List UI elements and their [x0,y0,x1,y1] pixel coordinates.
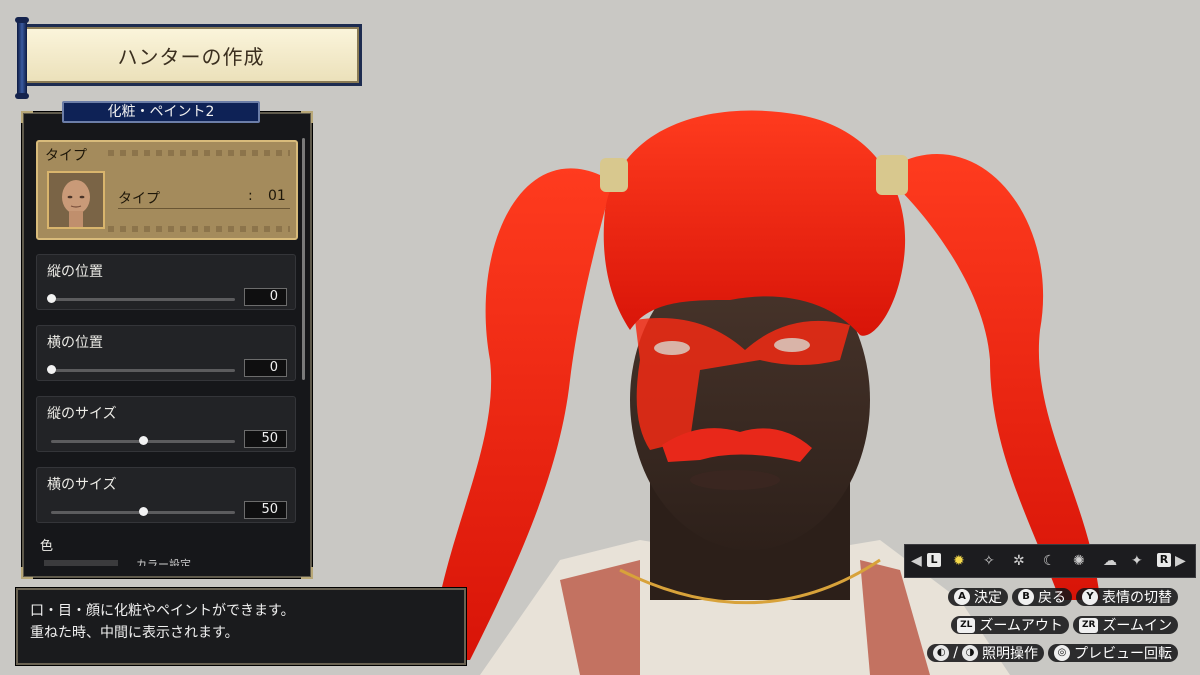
control-label: ズームアウト [979,618,1063,634]
stick-rotate-icon: ◎ [1054,645,1070,661]
vertical-size-slider[interactable]: 縦のサイズ 50 [36,396,296,452]
slider-label: 横のサイズ [47,477,117,493]
control-expression: Y 表情の切替 [1076,588,1178,606]
slider-track[interactable] [51,298,235,301]
page-title: ハンターの作成 [117,45,265,69]
slider-value: 50 [244,501,287,519]
control-back: B 戻る [1012,588,1072,606]
panel-title: 化粧・ペイント2 [62,101,260,123]
arrow-right-icon: ▶ [1175,553,1186,569]
color-setting-label: カラー設定 [136,558,191,566]
y-button-icon: Y [1082,589,1098,605]
slider-knob[interactable] [47,365,56,374]
zl-button-icon: ZL [957,617,976,633]
color-setting-row[interactable]: カラー設定 [44,556,296,566]
horizontal-size-slider[interactable]: 横のサイズ 50 [36,467,296,523]
control-separator: / [953,645,958,661]
lips [690,470,780,490]
type-row-colon: : [248,188,253,204]
a-button-icon: A [954,589,970,605]
slider-knob[interactable] [139,436,148,445]
control-zoom-out: ZL ズームアウト [951,616,1069,634]
scroll-rod-end-bottom [15,93,29,99]
control-label: プレビュー回転 [1074,646,1172,662]
slider-knob[interactable] [47,294,56,303]
slider-value: 0 [244,288,287,306]
scroll-rod-end-top [15,17,29,23]
slider-label: 縦の位置 [47,264,103,280]
night-icon[interactable]: ✦ [1131,552,1143,570]
hair-tie-left [600,158,628,192]
moon-icon[interactable]: ☾ [1043,552,1056,570]
lighting-bar[interactable]: ◀ L ✹ ✧ ✲ ☾ ✺ ☁ ✦ R ▶ [904,544,1196,578]
slider-value: 0 [244,359,287,377]
r-button-icon: R [1157,553,1171,567]
color-section-label: 色 [40,539,54,554]
face-thumbnail-icon [47,171,105,229]
type-section-label: タイプ [45,148,87,164]
slider-track[interactable] [51,369,235,372]
control-label: 表情の切替 [1102,590,1172,606]
l-button-icon: L [927,553,941,567]
cloud-icon[interactable]: ☁ [1103,552,1117,570]
control-lighting: ◐ / ◑ 照明操作 [927,644,1044,662]
arrow-left-icon: ◀ [911,553,922,569]
panel-scrollbar[interactable] [302,138,305,380]
control-preview-rotate: ◎ プレビュー回転 [1048,644,1178,662]
controls-row-1: A 決定 B 戻る Y 表情の切替 [948,586,1178,608]
control-zoom-in: ZR ズームイン [1072,616,1178,634]
title-banner: ハンターの作成 [15,17,362,99]
hair-tie-right [876,155,908,195]
description-line-2: 重ねた時、中間に表示されます。 [30,625,239,641]
right-stick-icon: ◑ [962,645,978,661]
type-row-underline [118,208,290,209]
slider-value: 50 [244,430,287,448]
sparkle-icon[interactable]: ✧ [983,552,995,570]
control-label: 決定 [974,590,1002,606]
left-eye [654,341,690,355]
type-selector[interactable]: タイプ タイプ : 01 [36,140,298,240]
right-eye [774,338,810,352]
sun-icon[interactable]: ✹ [953,552,965,570]
vertical-position-slider[interactable]: 縦の位置 0 [36,254,296,310]
slider-label: 縦のサイズ [47,406,117,422]
control-label: ズームイン [1102,618,1172,634]
slider-label: 横の位置 [47,335,103,351]
type-value: 01 [268,188,286,204]
small-sun-icon[interactable]: ✲ [1013,552,1025,570]
description-box: 口・目・顔に化粧やペイントができます。 重ねた時、中間に表示されます。 [16,588,466,665]
color-swatch [44,560,118,566]
control-label: 戻る [1038,590,1066,606]
dim-sun-icon[interactable]: ✺ [1073,552,1085,570]
description-line-1: 口・目・顔に化粧やペイントができます。 [30,603,295,619]
slider-knob[interactable] [139,507,148,516]
control-confirm: A 決定 [948,588,1008,606]
b-button-icon: B [1018,589,1034,605]
zr-button-icon: ZR [1078,617,1099,633]
horizontal-position-slider[interactable]: 横の位置 0 [36,325,296,381]
type-row-label: タイプ [118,191,160,207]
controls-row-3: ◐ / ◑ 照明操作 ◎ プレビュー回転 [927,642,1178,664]
controls-row-2: ZL ズームアウト ZR ズームイン [951,614,1178,636]
control-label: 照明操作 [982,646,1038,662]
left-stick-icon: ◐ [933,645,950,661]
